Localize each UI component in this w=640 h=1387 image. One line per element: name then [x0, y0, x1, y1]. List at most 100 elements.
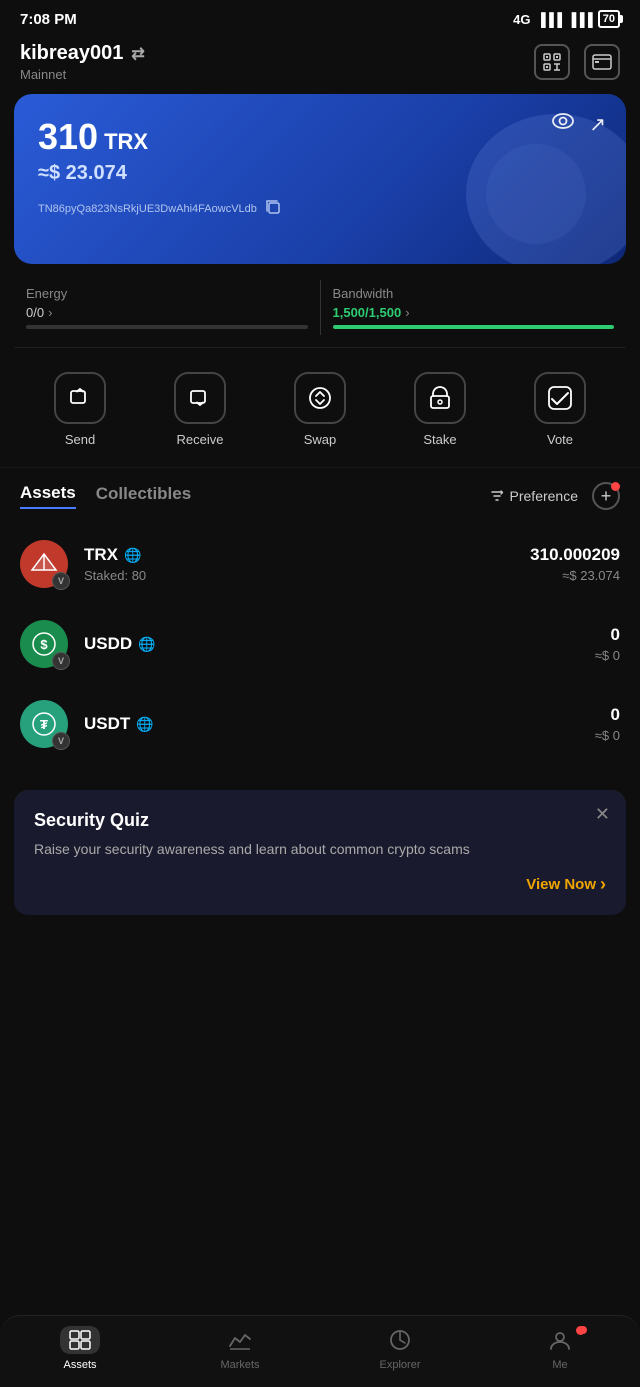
- assets-nav-icon: [60, 1326, 100, 1354]
- me-nav-label: Me: [552, 1359, 567, 1371]
- tabs-section: Assets Collectibles Preference +: [0, 468, 640, 518]
- signal-text: 4G: [513, 12, 530, 27]
- explorer-nav-label: Explorer: [380, 1359, 421, 1371]
- header: kibreay001 ⇄ Mainnet: [0, 34, 640, 94]
- bandwidth-resource[interactable]: Bandwidth 1,500/1,500 ›: [321, 280, 627, 335]
- bandwidth-chevron: ›: [405, 305, 409, 320]
- usdt-v-badge: V: [52, 732, 70, 750]
- add-asset-button[interactable]: +: [592, 482, 620, 510]
- svg-text:$: $: [40, 637, 48, 652]
- preference-button[interactable]: Preference: [489, 488, 578, 504]
- trx-info: TRX 🌐 Staked: 80: [84, 545, 514, 583]
- security-chevron-icon: ›: [600, 874, 606, 895]
- preference-label: Preference: [510, 488, 578, 504]
- header-actions: [534, 44, 620, 80]
- nav-assets[interactable]: Assets: [45, 1326, 115, 1371]
- asset-list: V TRX 🌐 Staked: 80 310.000209 ≈$ 23.074 …: [0, 518, 640, 770]
- assets-nav-label: Assets: [63, 1359, 96, 1371]
- plus-icon: +: [601, 487, 612, 505]
- copy-icon[interactable]: [265, 199, 281, 218]
- send-icon: [54, 372, 106, 424]
- trx-usd: ≈$ 23.074: [530, 568, 620, 583]
- asset-item-usdd[interactable]: $ V USDD 🌐 0 ≈$ 0: [0, 604, 640, 684]
- asset-item-usdt[interactable]: ₮ V USDT 🌐 0 ≈$ 0: [0, 684, 640, 764]
- me-nav-icon: [540, 1326, 580, 1354]
- header-left: kibreay001 ⇄ Mainnet: [20, 42, 145, 82]
- trx-sub: Staked: 80: [84, 568, 514, 583]
- receive-icon: [174, 372, 226, 424]
- status-bar: 7:08 PM 4G ▐▐▐ ▐▐▐ 70: [0, 0, 640, 34]
- nav-markets[interactable]: Markets: [205, 1326, 275, 1371]
- external-link-icon[interactable]: ↗: [589, 112, 606, 137]
- stake-label: Stake: [423, 432, 456, 447]
- security-title: Security Quiz: [34, 810, 606, 831]
- swap-wallet-icon[interactable]: ⇄: [131, 44, 144, 64]
- receive-button[interactable]: Receive: [174, 372, 226, 447]
- energy-chevron: ›: [48, 305, 52, 320]
- security-close-button[interactable]: ✕: [595, 804, 610, 825]
- trx-flag: 🌐: [124, 547, 141, 564]
- vote-button[interactable]: Vote: [534, 372, 586, 447]
- usdd-icon: $ V: [20, 620, 68, 668]
- status-time: 7:08 PM: [20, 11, 77, 28]
- usdt-usd: ≈$ 0: [595, 728, 620, 743]
- usdd-usd: ≈$ 0: [595, 648, 620, 663]
- tab-collectibles[interactable]: Collectibles: [96, 484, 191, 508]
- security-description: Raise your security awareness and learn …: [34, 839, 606, 860]
- resources: Energy 0/0 › Bandwidth 1,500/1,500 ›: [14, 280, 626, 348]
- nav-explorer[interactable]: Explorer: [365, 1326, 435, 1371]
- stake-button[interactable]: Stake: [414, 372, 466, 447]
- vote-icon: [534, 372, 586, 424]
- asset-item-trx[interactable]: V TRX 🌐 Staked: 80 310.000209 ≈$ 23.074: [0, 524, 640, 604]
- bandwidth-bar: [333, 325, 615, 329]
- tabs-left: Assets Collectibles: [20, 483, 191, 509]
- notif-dot: [611, 482, 620, 491]
- me-notif-dot: [576, 1326, 585, 1335]
- svg-text:₮: ₮: [40, 717, 48, 732]
- tab-assets[interactable]: Assets: [20, 483, 76, 509]
- swap-label: Swap: [304, 432, 337, 447]
- usdt-amount: 0: [595, 705, 620, 725]
- card-actions: ↗: [551, 112, 606, 137]
- battery-icon: 70: [598, 10, 620, 28]
- explorer-nav-icon: [380, 1326, 420, 1354]
- bandwidth-bar-fill: [333, 325, 615, 329]
- card-decoration2: [486, 144, 586, 244]
- eye-icon[interactable]: [551, 112, 575, 137]
- energy-bar: [26, 325, 308, 329]
- usdd-flag: 🌐: [138, 636, 155, 653]
- wallet-name[interactable]: kibreay001 ⇄: [20, 42, 145, 65]
- swap-button[interactable]: Swap: [294, 372, 346, 447]
- usdd-amount: 0: [595, 625, 620, 645]
- status-right: 4G ▐▐▐ ▐▐▐ 70: [513, 10, 620, 28]
- usdd-values: 0 ≈$ 0: [595, 625, 620, 663]
- usdt-values: 0 ≈$ 0: [595, 705, 620, 743]
- usdt-icon: ₮ V: [20, 700, 68, 748]
- vote-label: Vote: [547, 432, 573, 447]
- signal-bars-icon: ▐▐▐: [536, 12, 561, 27]
- scan2-icon[interactable]: [584, 44, 620, 80]
- stake-icon: [414, 372, 466, 424]
- trx-v-badge: V: [52, 572, 70, 590]
- trx-icon: V: [20, 540, 68, 588]
- scan-icon[interactable]: [534, 44, 570, 80]
- security-view-link[interactable]: View Now ›: [34, 874, 606, 895]
- usdd-info: USDD 🌐: [84, 634, 579, 654]
- swap-icon: [294, 372, 346, 424]
- receive-label: Receive: [177, 432, 224, 447]
- security-banner: ✕ Security Quiz Raise your security awar…: [14, 790, 626, 915]
- usdt-info: USDT 🌐: [84, 714, 579, 734]
- network-label: Mainnet: [20, 67, 145, 82]
- usdt-flag: 🌐: [136, 716, 153, 733]
- energy-resource[interactable]: Energy 0/0 ›: [14, 280, 321, 335]
- bottom-nav: Assets Markets Explorer Me: [0, 1315, 640, 1387]
- nav-me[interactable]: Me: [525, 1326, 595, 1371]
- bottom-spacer: [0, 935, 640, 1015]
- signal-bars2-icon: ▐▐▐: [567, 12, 592, 27]
- trx-amount: 310.000209: [530, 545, 620, 565]
- trx-values: 310.000209 ≈$ 23.074: [530, 545, 620, 583]
- markets-nav-icon: [220, 1326, 260, 1354]
- action-buttons: Send Receive Swap Stake: [0, 364, 640, 468]
- tabs-right: Preference +: [489, 482, 620, 510]
- send-button[interactable]: Send: [54, 372, 106, 447]
